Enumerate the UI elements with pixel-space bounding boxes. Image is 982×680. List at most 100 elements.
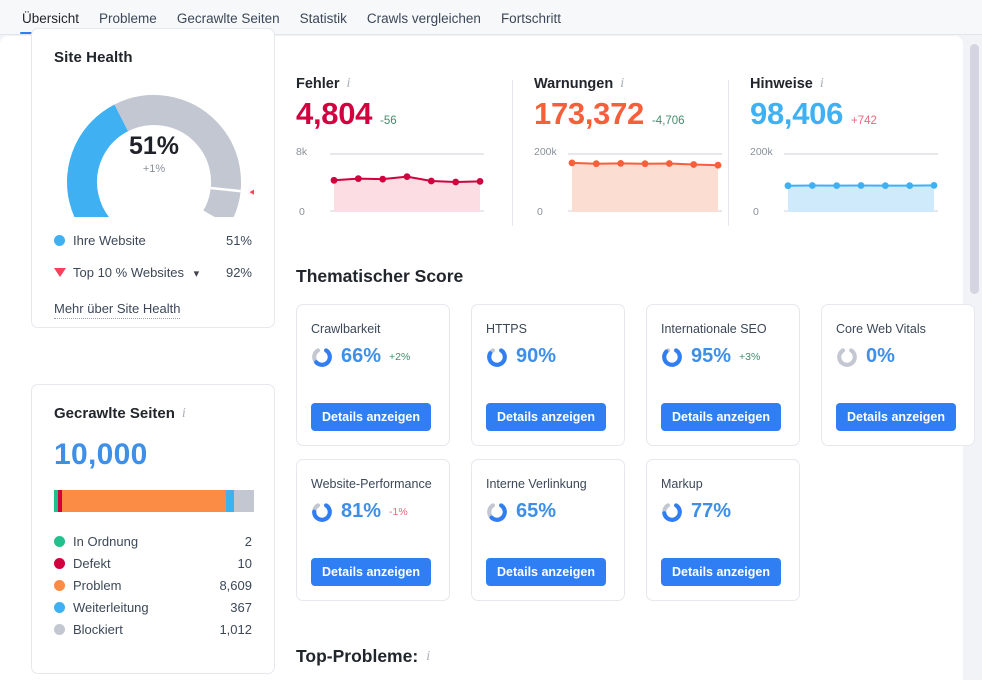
crawled-legend-row[interactable]: Blockiert 1,012 [54, 618, 252, 640]
scrollbar-thumb[interactable] [970, 44, 979, 294]
score-card-internationale-seo: Internationale SEO 95% +3% Details anzeigen [646, 304, 800, 446]
site-health-card: Site Health 51% +1% Ihre Website 51% Top… [31, 28, 275, 328]
score-card-name: Markup [661, 477, 703, 491]
page-root: Übersicht Probleme Gecrawlte Seiten Statist… [0, 0, 982, 680]
legend-label: In Ordnung [73, 533, 139, 549]
stacked-bar-segment[interactable] [233, 490, 254, 512]
crawled-legend-row[interactable]: In Ordnung 2 [54, 530, 252, 552]
sparkline-svg [568, 153, 722, 212]
crawled-pages-title-text: Gecrawlte Seiten [54, 405, 175, 422]
score-card-core-web-vitals: Core Web Vitals 0% Details anzeigen [821, 304, 975, 446]
score-card-name: Crawlbarkeit [311, 322, 381, 336]
show-details-button[interactable]: Details anzeigen [311, 558, 431, 586]
show-details-button[interactable]: Details anzeigen [661, 403, 781, 431]
legend-label: Weiterleitung [73, 599, 149, 615]
crawled-pages-legend: In Ordnung 2 Defekt 10 Problem 8,609 Weiterlei… [54, 530, 252, 640]
legend-dot-icon [54, 623, 65, 635]
stacked-bar-segment[interactable] [226, 490, 234, 512]
legend-value: 92% [225, 264, 252, 280]
legend-value: 51% [225, 232, 252, 248]
score-card-interne-verlinkung: Interne Verlinkung 65% Details anzeigen [471, 459, 625, 601]
top-problems-title-text: Top-Probleme: [296, 646, 419, 666]
score-value: 65% [516, 500, 557, 522]
metric-value-row: 98,406 +742 [750, 96, 922, 132]
legend-row-top10[interactable]: Top 10 % Websites ▾ 92% [54, 263, 252, 281]
metric-label-row: Warnungen i [534, 76, 706, 92]
legend-value: 367 [230, 599, 252, 615]
score-value-row: 81% -1% [311, 500, 435, 523]
info-icon[interactable]: i [620, 76, 624, 92]
show-details-button[interactable]: Details anzeigen [836, 403, 956, 431]
score-value-row: 90% [486, 345, 610, 368]
score-value-row: 0% [836, 345, 960, 368]
top-problems-title: Top-Probleme: i [296, 646, 430, 667]
score-card-name: Interne Verlinkung [486, 477, 587, 491]
info-icon[interactable]: i [426, 649, 430, 665]
metric-value: 4,804 [296, 96, 373, 131]
metric-sparkline: 200k 0 [534, 146, 722, 218]
crawled-legend-row[interactable]: Weiterleitung 367 [54, 596, 252, 618]
show-details-button[interactable]: Details anzeigen [486, 403, 606, 431]
crawled-pages-stacked-bar [54, 490, 254, 512]
score-donut-icon [312, 346, 332, 367]
metric-value-row: 4,804 -56 [296, 96, 490, 132]
score-value-row: 66% +2% [311, 345, 435, 368]
score-donut-icon [312, 501, 332, 522]
legend-row-your-website: Ihre Website 51% [54, 231, 252, 249]
stacked-bar-segment[interactable] [62, 490, 227, 512]
metric-sparkline: 8k 0 [296, 146, 490, 218]
score-donut-icon [487, 346, 507, 367]
gauge-center-label: 51% +1% [54, 132, 254, 176]
metric-delta: +742 [851, 115, 877, 127]
score-value: 77% [691, 500, 732, 522]
metric-label-row: Hinweise i [750, 76, 922, 92]
axis-label-bottom: 0 [753, 206, 759, 218]
score-value: 66% [341, 345, 382, 367]
metric-label-row: Fehler i [296, 76, 490, 92]
chevron-down-icon[interactable]: ▾ [194, 268, 200, 280]
legend-value: 1,012 [219, 621, 252, 637]
crawled-legend-row[interactable]: Defekt 10 [54, 552, 252, 574]
metric-cards: Fehler i 4,804 -56 8k 0 Warnungen i 173,372 -4,70… [296, 76, 944, 236]
legend-dot-icon [54, 601, 65, 613]
legend-dot-icon [54, 579, 65, 591]
tab-fortschritt[interactable]: Fortschritt [491, 11, 571, 35]
thematic-score-title: Thematischer Score [296, 266, 464, 286]
legend-dot-icon [54, 557, 65, 569]
legend-value: 8,609 [219, 577, 252, 593]
metric-delta: -56 [380, 115, 397, 127]
score-donut-icon [837, 346, 857, 367]
axis-label-bottom: 0 [537, 206, 543, 218]
score-value: 81% [341, 500, 382, 522]
axis-label-top: 200k [750, 146, 773, 158]
crawled-pages-title: Gecrawlte Seiten i [54, 405, 252, 422]
tab-statistik[interactable]: Statistik [290, 11, 357, 35]
score-card-https: HTTPS 90% Details anzeigen [471, 304, 625, 446]
metric-label: Fehler [296, 76, 340, 92]
metric-sparkline: 200k 0 [750, 146, 938, 218]
score-value-row: 95% +3% [661, 345, 785, 368]
show-details-button[interactable]: Details anzeigen [311, 403, 431, 431]
legend-label: Blockiert [73, 621, 123, 637]
info-icon[interactable]: i [182, 406, 186, 422]
legend-label: Problem [73, 577, 122, 593]
metric-delta: -4,706 [651, 115, 685, 127]
score-value: 90% [516, 345, 557, 367]
score-value-row: 65% [486, 500, 610, 523]
site-health-title: Site Health [54, 49, 133, 66]
metric-card-warnungen: Warnungen i 173,372 -4,706 200k 0 [512, 76, 728, 236]
tab-crawls-vergleichen[interactable]: Crawls vergleichen [357, 11, 491, 35]
axis-label-top: 8k [296, 146, 308, 158]
sparkline-svg [330, 153, 484, 212]
more-about-site-health-link[interactable]: Mehr über Site Health [54, 301, 181, 319]
crawled-legend-row[interactable]: Problem 8,609 [54, 574, 252, 596]
site-health-score: 51% [128, 132, 180, 160]
info-icon[interactable]: i [820, 76, 824, 92]
info-icon[interactable]: i [347, 76, 351, 92]
triangle-down-icon [54, 267, 66, 277]
legend-value: 10 [237, 555, 252, 571]
show-details-button[interactable]: Details anzeigen [486, 558, 606, 586]
score-value: 0% [866, 345, 895, 367]
show-details-button[interactable]: Details anzeigen [661, 558, 781, 586]
metric-label: Hinweise [750, 76, 813, 92]
